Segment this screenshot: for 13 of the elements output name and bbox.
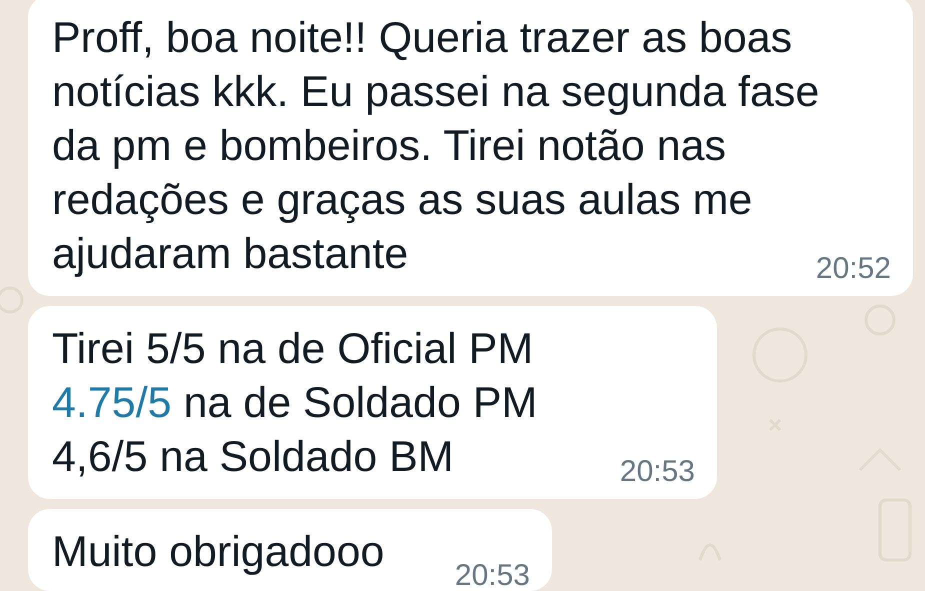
phone-link[interactable]: 4.75/5 xyxy=(52,379,172,427)
message-time: 20:53 xyxy=(620,457,695,487)
message-text: da pm e bombeiros. Tirei notão nas xyxy=(52,121,726,172)
message-text: Proff, boa noite!! Queria trazer as boas xyxy=(52,13,792,64)
message-text: redações e graças as suas aulas me xyxy=(52,175,752,226)
message-text: Muito obrigadooo xyxy=(52,527,384,578)
message-text: 4.75/5 na de Soldado PM xyxy=(52,378,538,429)
message-text: ajudaram bastante xyxy=(52,229,408,280)
message-text: Tirei 5/5 na de Oficial PM xyxy=(52,324,534,375)
message-time: 20:52 xyxy=(816,254,891,284)
message-text: notícias kkk. Eu passei na segunda fase xyxy=(52,67,820,118)
message-text: 4,6/5 na Soldado BM xyxy=(52,432,454,483)
message-time: 20:53 xyxy=(454,561,530,591)
